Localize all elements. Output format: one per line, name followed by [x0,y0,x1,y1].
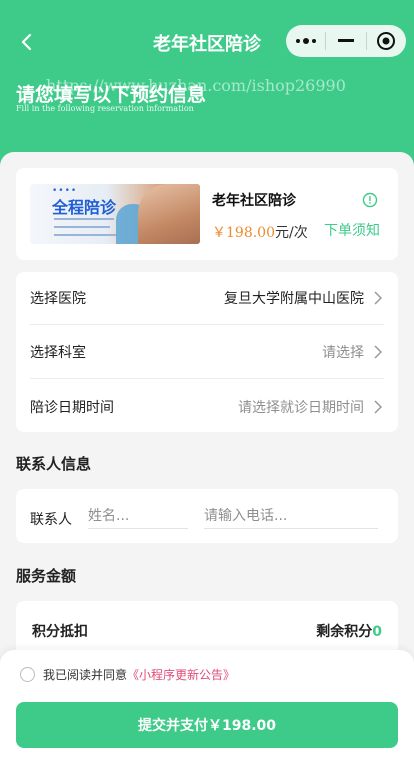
select-department-row[interactable]: 选择科室 请选择 [30,326,384,379]
minimize-button[interactable] [326,25,365,57]
department-value: 请选择 [322,345,364,361]
points-deduction-label: 积分抵扣 [32,624,88,640]
close-miniprogram-button[interactable] [367,25,406,57]
target-circle-icon [377,32,396,50]
reservation-subline: Fill in the following reservation inform… [16,104,194,113]
image-text-line [54,226,110,228]
chevron-right-icon [374,345,384,359]
image-title: 全程陪诊 [52,198,117,217]
chevron-right-icon [374,291,384,305]
info-circle-icon[interactable] [362,192,378,208]
product-name: 老年社区陪诊 [212,193,296,209]
department-label: 选择科室 [30,345,86,361]
agree-text: 我已阅读并同意 [43,668,128,682]
product-image: •••• 全程陪诊 [30,184,200,244]
booking-form: 选择医院 复旦大学附属中山医院 选择科室 请选择 陪诊日期时间 请选择就诊日期时… [16,272,398,432]
service-section-title: 服务金额 [16,567,77,585]
datetime-label: 陪诊日期时间 [30,399,114,416]
contact-label: 联系人 [30,512,72,528]
contact-section-title: 联系人信息 [16,455,92,473]
product-card: •••• 全程陪诊 老年社区陪诊 ￥198.00元/次 下单须知 [16,168,398,260]
chevron-right-icon [374,399,384,414]
hospital-label: 选择医院 [30,291,86,307]
agree-radio[interactable] [20,667,35,682]
remaining-points-value: 0 [372,624,382,640]
image-text-line [54,218,114,220]
image-person [138,184,200,244]
image-text-line [54,234,116,236]
remaining-points: 剩余积分0 [316,621,382,641]
select-datetime-row[interactable]: 陪诊日期时间 请选择就诊日期时间 [30,380,384,433]
agreement-row: 我已阅读并同意 《小程序更新公告》 [20,666,235,683]
contact-phone-input[interactable] [204,503,378,529]
order-notice-link[interactable]: 下单须知 [324,220,380,240]
hospital-value: 复旦大学附属中山医院 [224,291,364,307]
reservation-headline: 请您填写以下预约信息 [16,84,207,106]
navigation-bar: 老年社区陪诊 [0,22,414,62]
select-hospital-row[interactable]: 选择医院 复旦大学附属中山医院 [30,272,384,325]
submit-pay-button[interactable]: 提交并支付￥198.00 [16,702,398,748]
miniprogram-capsule [286,25,406,57]
price-value: ￥198.00 [212,225,275,241]
contact-card: 联系人 [16,489,398,543]
remaining-points-label: 剩余积分 [316,624,373,640]
minus-icon [337,39,354,42]
contact-name-input[interactable] [88,503,188,529]
datetime-value: 请选择就诊日期时间 [238,399,364,416]
price-unit: 元/次 [275,225,308,241]
bottom-action-bar: 我已阅读并同意 《小程序更新公告》 提交并支付￥198.00 [0,650,414,780]
product-price: ￥198.00元/次 [212,222,308,242]
update-notice-link[interactable]: 《小程序更新公告》 [127,666,235,683]
more-menu-button[interactable] [286,25,325,57]
more-dots-icon [295,38,316,44]
